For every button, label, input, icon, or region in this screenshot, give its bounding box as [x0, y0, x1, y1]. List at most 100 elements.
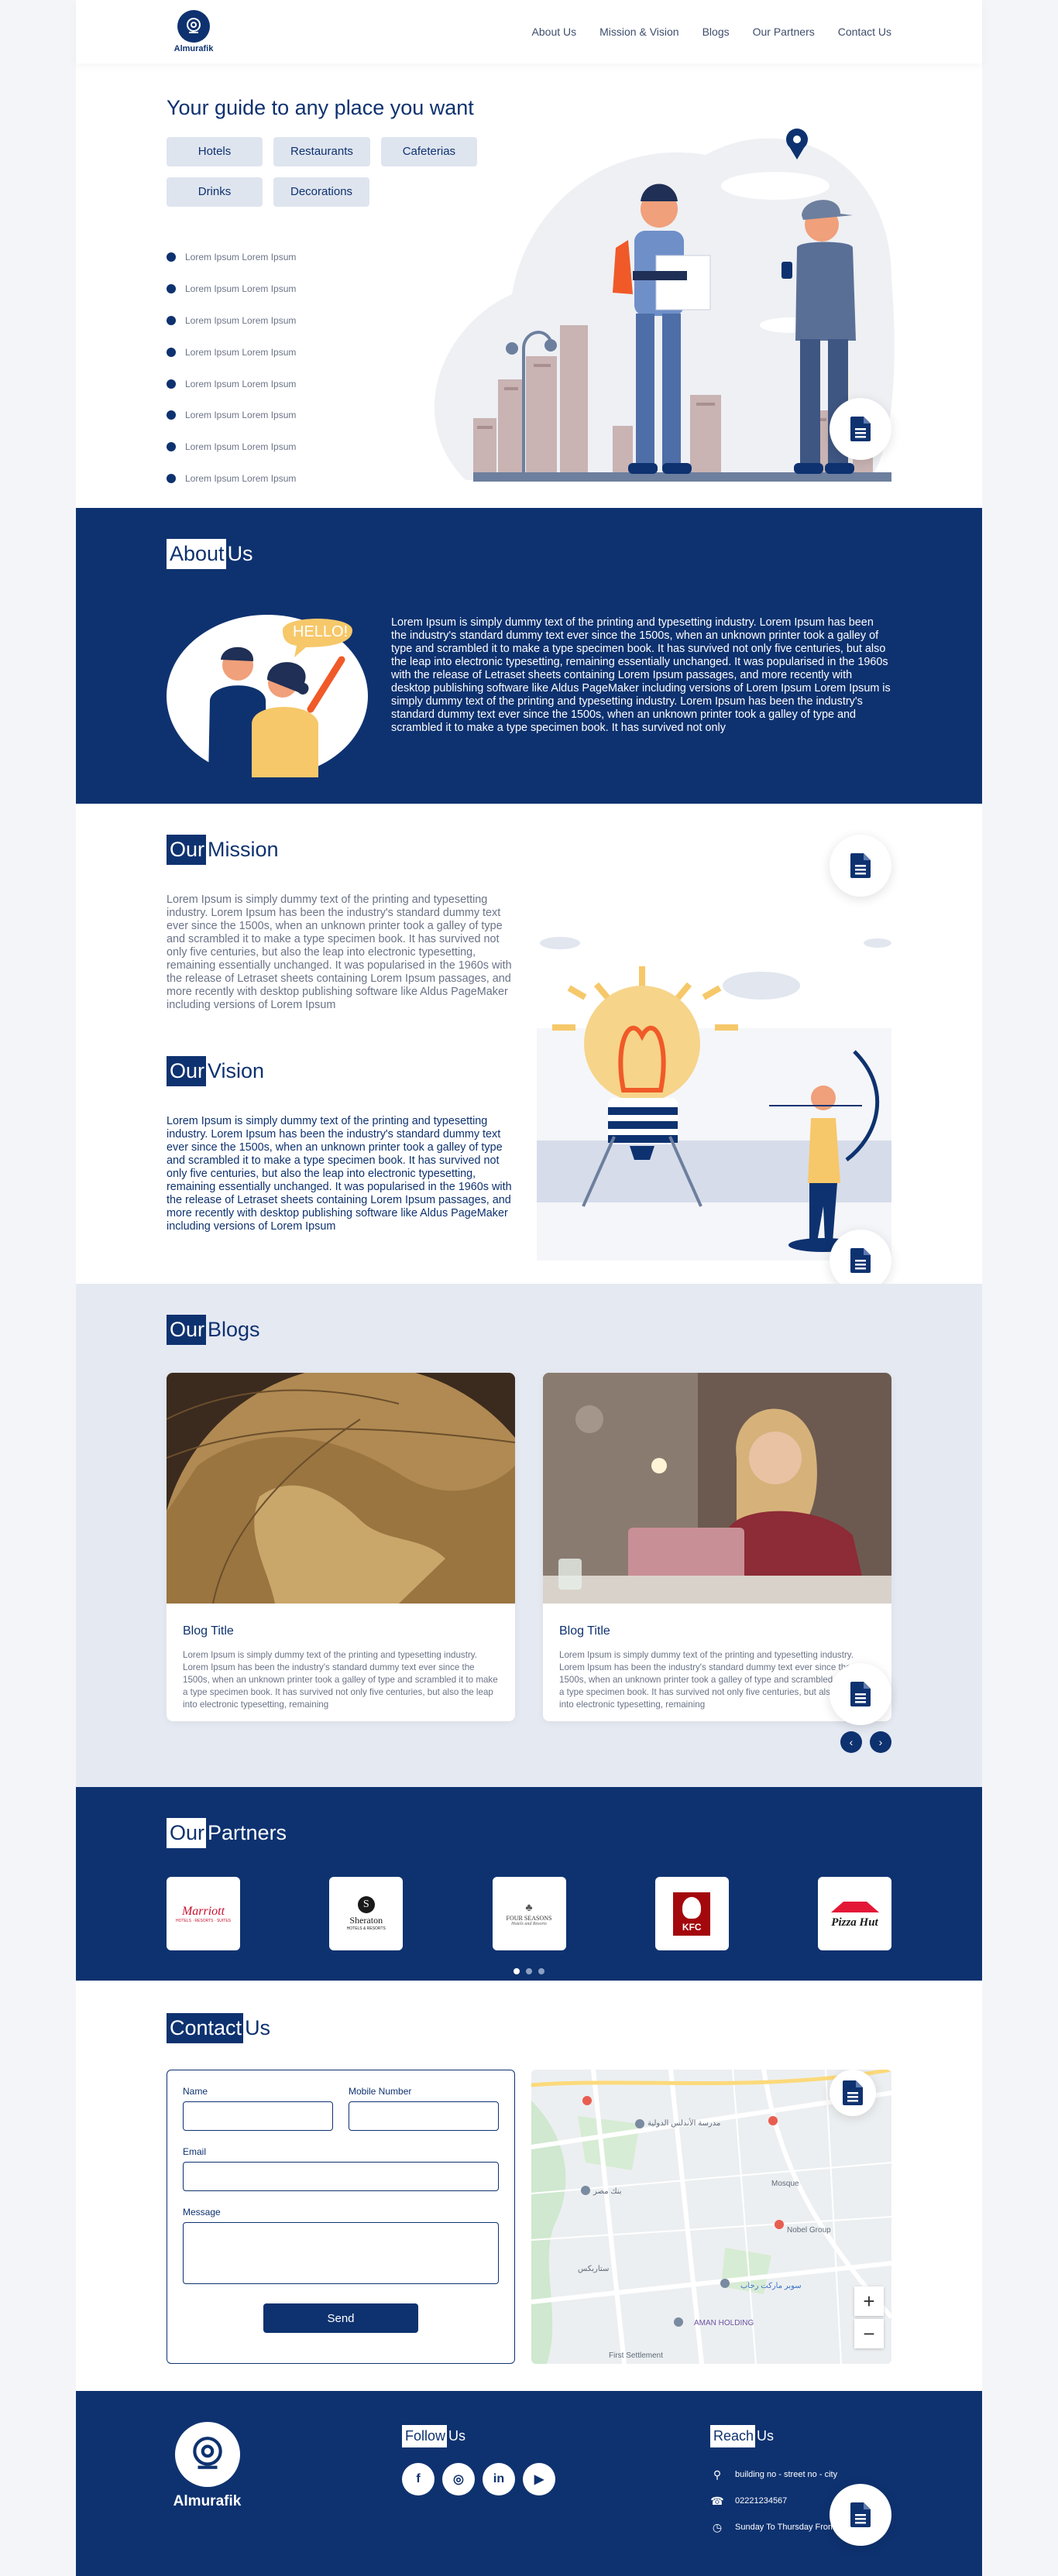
page-frame: Almurafik About Us Mission & Vision Blog…: [76, 0, 982, 2576]
list-item: Lorem Ipsum Lorem Ipsum: [167, 400, 296, 431]
bullet-dot-icon: [167, 315, 176, 325]
marriott-tagline: HOTELS · RESORTS · SUITES: [175, 1918, 232, 1923]
clock-icon: ◷: [712, 2520, 723, 2533]
follow-heading: Follow Us: [402, 2425, 555, 2447]
zoom-in-button[interactable]: +: [854, 2286, 884, 2316]
mission-vision-section: Our Mission Lorem Ipsum is simply dummy …: [167, 804, 891, 1291]
pizza-hut-wordmark: Pizza Hut: [831, 1916, 878, 1929]
brand-logo[interactable]: Almurafik: [167, 10, 221, 53]
name-input[interactable]: [183, 2101, 333, 2131]
chip-restaurants[interactable]: Restaurants: [273, 137, 370, 166]
chip-drinks[interactable]: Drinks: [167, 177, 263, 207]
list-item: Lorem Ipsum Lorem Ipsum: [167, 305, 296, 337]
about-illustration: HELLO!: [167, 615, 368, 777]
partners-section: Our Partners Marriott HOTELS · RESORTS ·…: [76, 1787, 982, 1981]
list-item-label: Lorem Ipsum Lorem Ipsum: [185, 441, 297, 453]
document-fab[interactable]: [830, 2484, 891, 2546]
list-item: Lorem Ipsum Lorem Ipsum: [167, 242, 296, 273]
heading-highlight: Contact: [167, 2013, 244, 2043]
nav-link-partners[interactable]: Our Partners: [753, 26, 815, 38]
carousel-dot[interactable]: [538, 1968, 544, 1974]
name-field-group: Name: [183, 2086, 333, 2131]
linkedin-icon[interactable]: in: [483, 2463, 515, 2495]
hours-text: Sunday To Thursday From: [735, 2523, 836, 2532]
document-icon: [850, 1682, 871, 1706]
carousel-dot[interactable]: [526, 1968, 532, 1974]
location-map[interactable]: مدرسة الأندلس الدولية بنك مصر Nobel Grou…: [531, 2070, 891, 2364]
blogs-section: Our Blogs Blog Title Lorem Ipsum is simp…: [76, 1284, 982, 1787]
contact-heading: Contact Us: [167, 2013, 270, 2043]
phone-text[interactable]: 02221234567: [735, 2496, 787, 2506]
phone-icon: ☎: [710, 2494, 724, 2507]
list-item-label: Lorem Ipsum Lorem Ipsum: [185, 410, 297, 421]
vision-heading: Our Vision: [167, 1056, 264, 1086]
partner-logo-marriott[interactable]: Marriott HOTELS · RESORTS · SUITES: [167, 1877, 240, 1950]
four-seasons-tagline: Hotels and Resorts: [511, 1922, 547, 1926]
sheraton-wordmark: Sheraton: [349, 1915, 383, 1926]
mission-heading: Our Mission: [167, 835, 279, 865]
list-item-label: Lorem Ipsum Lorem Ipsum: [185, 346, 297, 358]
map-label: Mosque: [771, 2180, 799, 2188]
document-fab[interactable]: [830, 835, 891, 897]
blog-card-title[interactable]: Blog Title: [559, 1624, 891, 1638]
mission-vision-illustration: [537, 937, 891, 1261]
name-label: Name: [183, 2086, 208, 2097]
blog-carousel-controls: ‹ ›: [840, 1731, 891, 1753]
colonel-face-icon: [682, 1896, 702, 1919]
email-input[interactable]: [183, 2162, 499, 2191]
kfc-logo-mark: KFC: [673, 1892, 711, 1936]
facebook-icon[interactable]: f: [402, 2463, 435, 2495]
bullet-dot-icon: [167, 252, 176, 262]
footer-brand-name: Almurafik: [173, 2493, 242, 2509]
sheraton-tagline: HOTELS & RESORTS: [346, 1926, 386, 1931]
footer-follow: Follow Us f ◎ in ▶: [402, 2425, 555, 2495]
prev-arrow-button[interactable]: ‹: [840, 1731, 862, 1753]
document-fab[interactable]: [830, 1230, 891, 1291]
map-label: AMAN HOLDING: [694, 2319, 754, 2327]
youtube-icon[interactable]: ▶: [523, 2463, 555, 2495]
document-fab[interactable]: [830, 2070, 876, 2116]
blogs-heading: Our Blogs: [167, 1315, 260, 1345]
partner-logo-kfc[interactable]: KFC: [654, 1877, 729, 1950]
send-button[interactable]: Send: [263, 2303, 418, 2333]
next-arrow-button[interactable]: ›: [870, 1731, 891, 1753]
partner-logo-sheraton[interactable]: S Sheraton HOTELS & RESORTS: [329, 1877, 404, 1950]
social-links: f ◎ in ▶: [402, 2463, 555, 2495]
email-field-group: Email: [183, 2146, 499, 2191]
blog-card[interactable]: Blog Title Lorem Ipsum is simply dummy t…: [543, 1373, 891, 1721]
document-fab[interactable]: [830, 1663, 891, 1725]
blog-card[interactable]: Blog Title Lorem Ipsum is simply dummy t…: [167, 1373, 515, 1721]
mobile-input[interactable]: [349, 2101, 499, 2131]
zoom-out-button[interactable]: −: [854, 2319, 884, 2348]
list-item: Lorem Ipsum Lorem Ipsum: [167, 273, 296, 305]
instagram-icon[interactable]: ◎: [442, 2463, 475, 2495]
document-icon: [850, 2502, 871, 2527]
list-item: Lorem Ipsum Lorem Ipsum: [167, 463, 296, 495]
heading-highlight: Our: [167, 835, 207, 865]
document-fab[interactable]: [830, 398, 891, 460]
message-input[interactable]: [183, 2222, 499, 2284]
about-section: About Us HELLO! Lorem Ipsum is simply du…: [76, 508, 982, 804]
sheraton-logo-mark: S Sheraton HOTELS & RESORTS: [347, 1896, 386, 1931]
nav-link-mission-vision[interactable]: Mission & Vision: [599, 26, 678, 38]
heading-highlight: Follow: [402, 2425, 448, 2447]
heading-highlight: Reach: [710, 2425, 756, 2447]
nav-link-contact[interactable]: Contact Us: [838, 26, 891, 38]
map-label: First Settlement: [609, 2351, 663, 2360]
partner-logo-four-seasons[interactable]: ♣ FOUR SEASONS Hotels and Resorts: [492, 1877, 566, 1950]
nav-link-about[interactable]: About Us: [532, 26, 577, 38]
chip-decorations[interactable]: Decorations: [273, 177, 370, 207]
partners-heading: Our Partners: [167, 1818, 287, 1848]
partner-logo-pizza-hut[interactable]: Pizza Hut: [818, 1877, 891, 1950]
carousel-dot[interactable]: [514, 1968, 520, 1974]
footer-brand[interactable]: Almurafik: [167, 2422, 248, 2510]
main-menu: About Us Mission & Vision Blogs Our Part…: [532, 26, 891, 38]
heading-rest: Mission: [208, 838, 279, 861]
heading-rest: Us: [245, 2016, 271, 2039]
map-label: سوبر ماركت رحاب: [740, 2282, 802, 2290]
heading-rest: Us: [448, 2428, 466, 2444]
bullet-dot-icon: [167, 347, 176, 357]
nav-link-blogs[interactable]: Blogs: [702, 26, 730, 38]
chip-hotels[interactable]: Hotels: [167, 137, 263, 166]
blog-card-title[interactable]: Blog Title: [183, 1624, 515, 1638]
